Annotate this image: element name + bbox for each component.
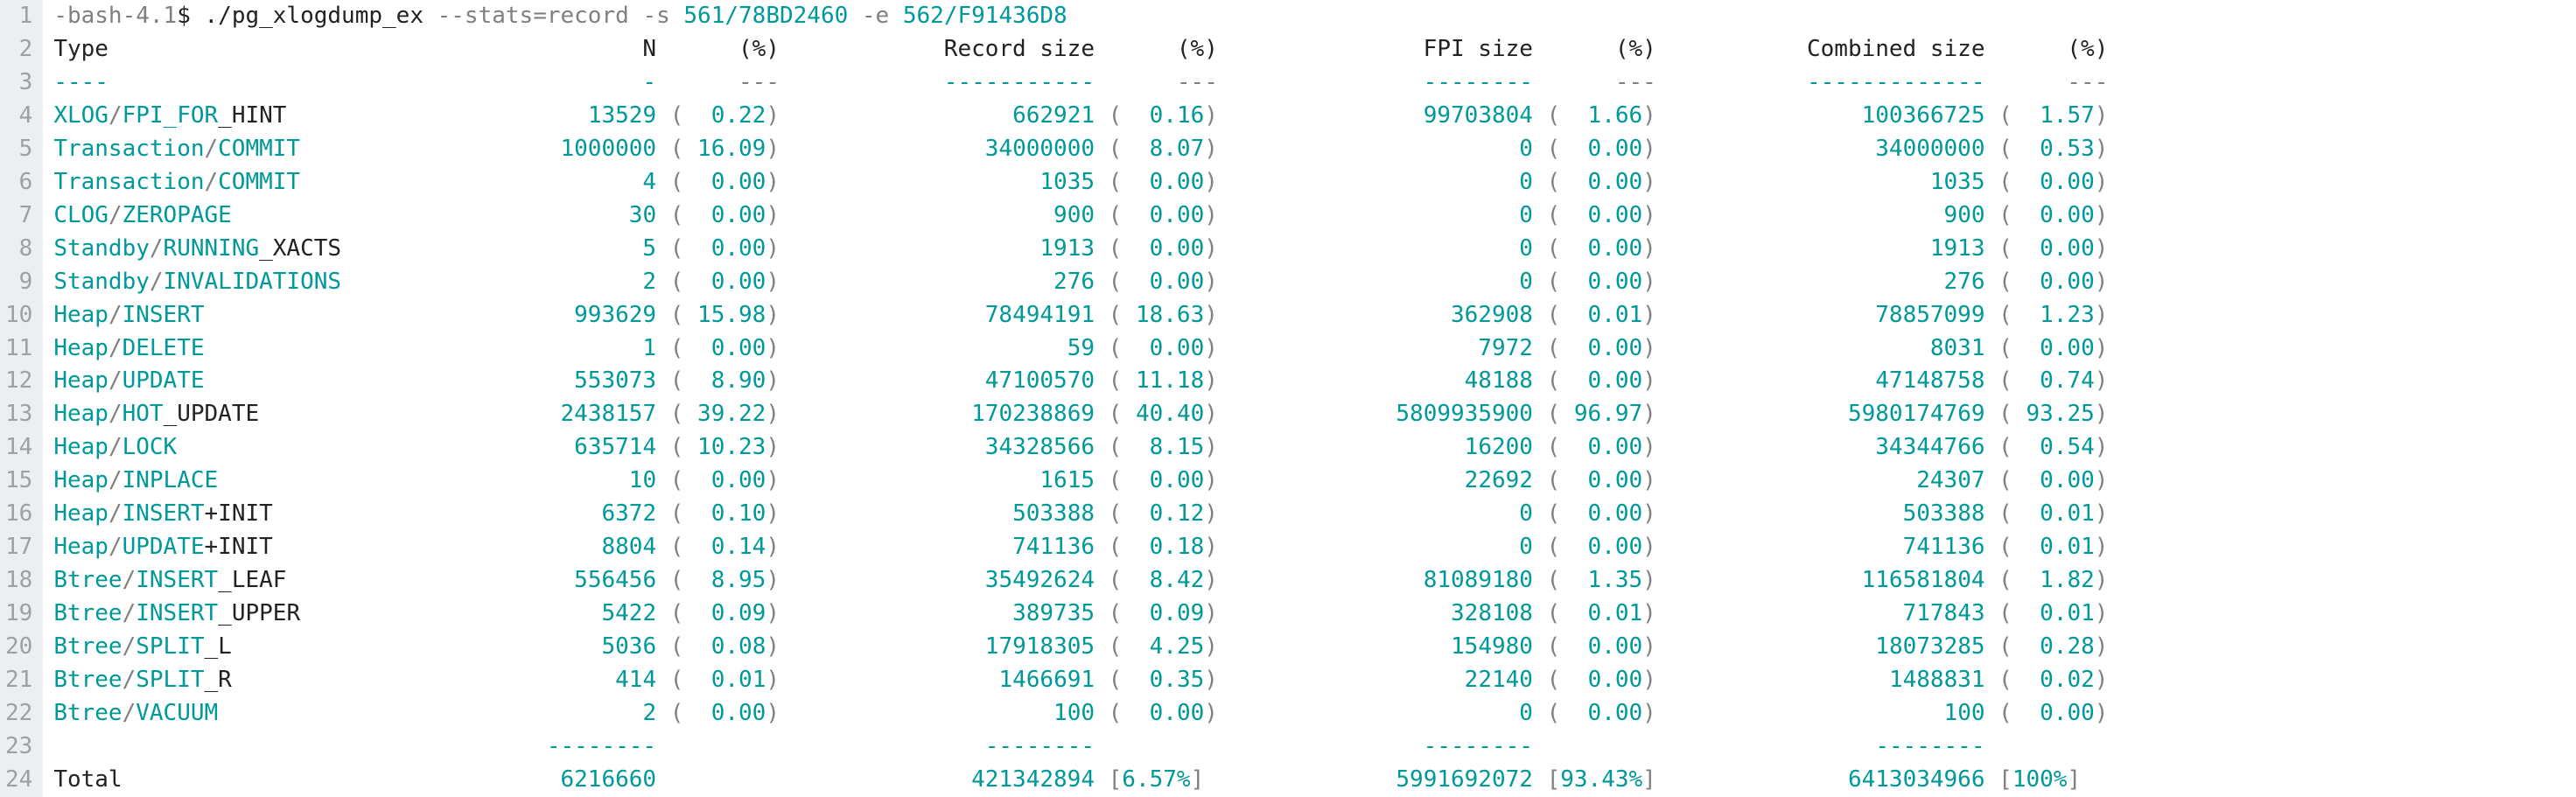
terminal-line: Btree/VACUUM 2 ( 0.00) 100 ( 0.00) 0 ( 0… [53, 697, 2566, 731]
line-number: 20 [5, 631, 32, 664]
terminal-line: -bash-4.1$ ./pg_xlogdump_ex --stats=reco… [53, 0, 2566, 33]
terminal-line: Heap/INSERT 993629 ( 15.98) 78494191 ( 1… [53, 299, 2566, 332]
line-number: 15 [5, 465, 32, 498]
line-number: 17 [5, 531, 32, 564]
terminal-line: Heap/HOT_UPDATE 2438157 ( 39.22) 1702388… [53, 398, 2566, 431]
line-number: 22 [5, 697, 32, 731]
terminal-line: Btree/INSERT_LEAF 556456 ( 8.95) 3549262… [53, 564, 2566, 598]
line-number: 18 [5, 564, 32, 598]
terminal-line: Transaction/COMMIT 1000000 ( 16.09) 3400… [53, 133, 2566, 166]
line-number: 5 [5, 133, 32, 166]
line-number: 10 [5, 299, 32, 332]
terminal-line: Standby/RUNNING_XACTS 5 ( 0.00) 1913 ( 0… [53, 233, 2566, 266]
line-number: 14 [5, 431, 32, 465]
terminal-line: Transaction/COMMIT 4 ( 0.00) 1035 ( 0.00… [53, 166, 2566, 199]
line-number-gutter: 123456789101112131415161718192021222324 [0, 0, 43, 797]
line-number: 9 [5, 266, 32, 299]
line-number: 7 [5, 199, 32, 233]
line-number: 23 [5, 731, 32, 764]
terminal-line: Standby/INVALIDATIONS 2 ( 0.00) 276 ( 0.… [53, 266, 2566, 299]
terminal-line: Heap/LOCK 635714 ( 10.23) 34328566 ( 8.1… [53, 431, 2566, 465]
line-number: 6 [5, 166, 32, 199]
terminal-line: Heap/INPLACE 10 ( 0.00) 1615 ( 0.00) 226… [53, 465, 2566, 498]
terminal-output[interactable]: -bash-4.1$ ./pg_xlogdump_ex --stats=reco… [43, 0, 2576, 797]
terminal-line: XLOG/FPI_FOR_HINT 13529 ( 0.22) 662921 (… [53, 100, 2566, 133]
line-number: 4 [5, 100, 32, 133]
terminal-line: Heap/DELETE 1 ( 0.00) 59 ( 0.00) 7972 ( … [53, 332, 2566, 366]
terminal-line: Heap/UPDATE+INIT 8804 ( 0.14) 741136 ( 0… [53, 531, 2566, 564]
line-number: 11 [5, 332, 32, 366]
terminal-line: ---- - --- ----------- --- -------- --- … [53, 66, 2566, 100]
line-number: 19 [5, 598, 32, 631]
terminal-line: -------- -------- -------- -------- [53, 731, 2566, 764]
terminal-line: Btree/SPLIT_L 5036 ( 0.08) 17918305 ( 4.… [53, 631, 2566, 664]
line-number: 16 [5, 498, 32, 531]
line-number: 21 [5, 664, 32, 697]
terminal-line: Btree/SPLIT_R 414 ( 0.01) 1466691 ( 0.35… [53, 664, 2566, 697]
line-number: 3 [5, 66, 32, 100]
terminal-line: Total 6216660 421342894 [6.57%] 59916920… [53, 764, 2566, 797]
line-number: 13 [5, 398, 32, 431]
terminal-line: Type N (%) Record size (%) FPI size (%) … [53, 33, 2566, 66]
terminal-line: Heap/INSERT+INIT 6372 ( 0.10) 503388 ( 0… [53, 498, 2566, 531]
terminal-line: Btree/INSERT_UPPER 5422 ( 0.09) 389735 (… [53, 598, 2566, 631]
terminal-line: CLOG/ZEROPAGE 30 ( 0.00) 900 ( 0.00) 0 (… [53, 199, 2566, 233]
line-number: 24 [5, 764, 32, 797]
line-number: 8 [5, 233, 32, 266]
line-number: 12 [5, 365, 32, 398]
line-number: 2 [5, 33, 32, 66]
line-number: 1 [5, 0, 32, 33]
terminal-line: Heap/UPDATE 553073 ( 8.90) 47100570 ( 11… [53, 365, 2566, 398]
